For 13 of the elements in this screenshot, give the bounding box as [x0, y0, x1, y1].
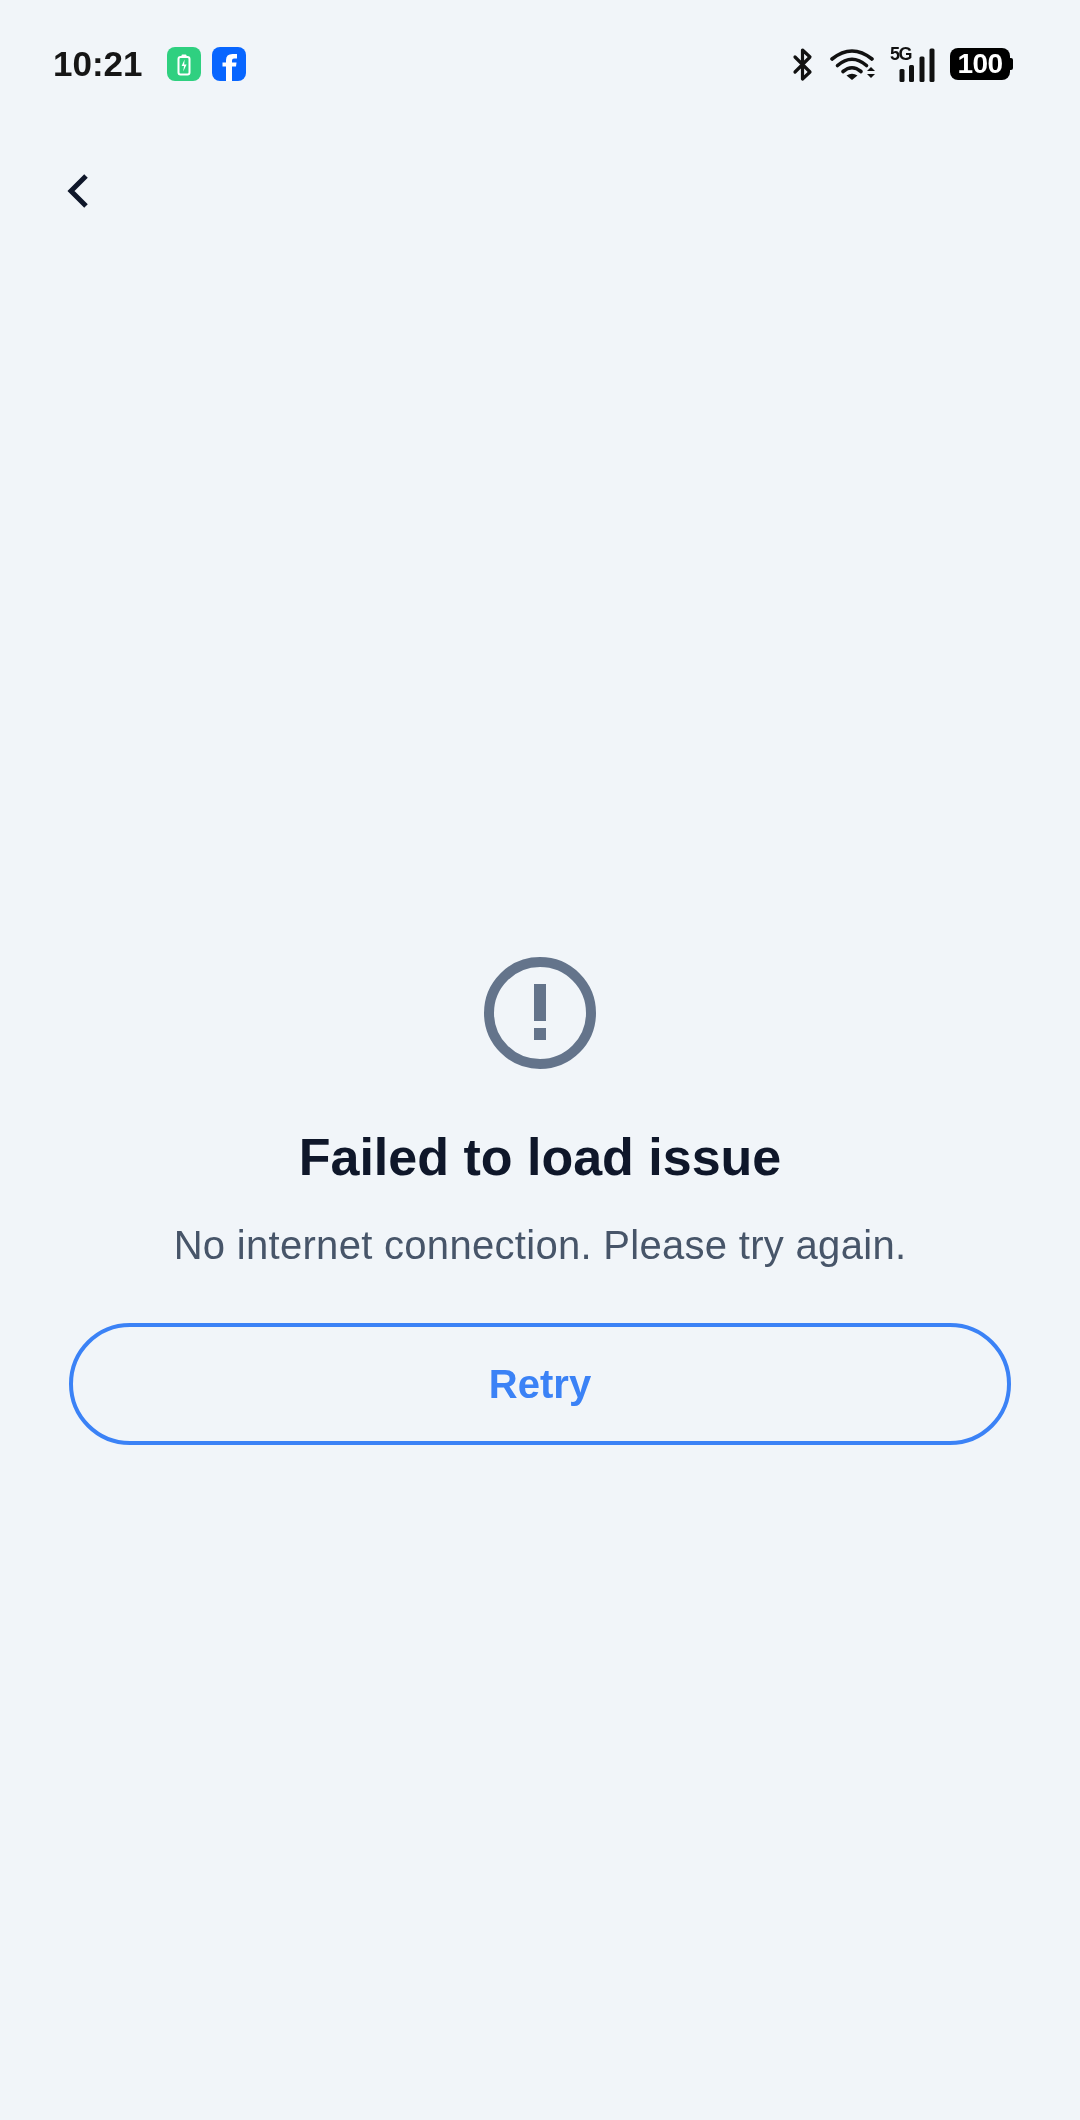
- f-app-icon: [211, 47, 246, 81]
- network-type-label: 5G: [890, 46, 911, 62]
- retry-button[interactable]: Retry: [69, 1323, 1011, 1445]
- battery-app-icon: [166, 47, 201, 81]
- error-message: No internet connection. Please try again.: [173, 1222, 907, 1269]
- battery-indicator: 100: [950, 48, 1013, 80]
- back-button[interactable]: [67, 173, 89, 209]
- bluetooth-icon: [792, 46, 813, 82]
- alert-icon: [484, 957, 596, 1069]
- status-time: 10:21: [53, 44, 143, 84]
- error-title: Failed to load issue: [298, 1127, 782, 1188]
- back-icon: [67, 173, 89, 209]
- wifi-icon: [829, 47, 877, 81]
